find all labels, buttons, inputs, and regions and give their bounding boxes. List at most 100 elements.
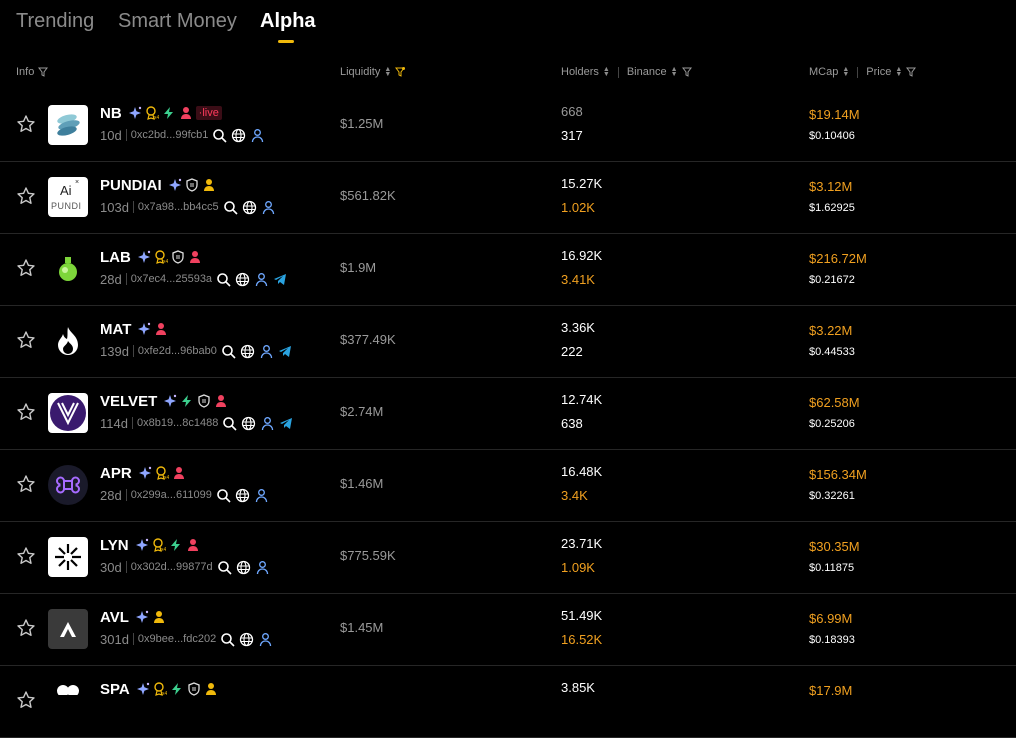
holders-value: 12.74K (561, 392, 603, 407)
person-icon[interactable] (250, 128, 265, 143)
contract-address[interactable]: 0x7a98...bb4cc5 (138, 201, 219, 213)
holders-value: 23.71K (561, 536, 603, 551)
token-row[interactable]: SPA x4 3.85K $17.9M (0, 666, 1016, 738)
telegram-icon[interactable] (278, 344, 293, 359)
globe-icon[interactable] (235, 488, 250, 503)
telegram-icon[interactable] (273, 272, 288, 287)
tab-trending[interactable]: Trending (16, 10, 94, 33)
favorite-star-icon[interactable] (16, 402, 36, 422)
header-holders[interactable]: Holders ▲ ▼ Binance ▲ ▼ (561, 66, 692, 78)
search-icon[interactable] (217, 560, 232, 575)
person-icon[interactable] (258, 632, 273, 647)
search-icon[interactable] (216, 488, 231, 503)
globe-icon[interactable] (240, 344, 255, 359)
divider (131, 417, 133, 429)
token-name[interactable]: LAB (100, 249, 131, 266)
sort-icon[interactable]: ▲ ▼ (895, 66, 902, 78)
person-icon[interactable] (254, 488, 269, 503)
globe-icon[interactable] (231, 128, 246, 143)
binance-holders-value: 1.02K (561, 200, 595, 215)
filter-icon[interactable] (906, 67, 917, 77)
dev-icon (154, 322, 168, 336)
token-row[interactable]: VELVET 114d 0x8b19...8c1488 $2.74M 12.74K 638… (0, 378, 1016, 450)
contract-address[interactable]: 0x299a...611099 (131, 489, 212, 501)
tab-alpha[interactable]: Alpha (260, 10, 316, 33)
token-name[interactable]: VELVET (100, 393, 157, 410)
token-row[interactable]: AVL 301d 0x9bee...fdc202 $1.45M 51.49K 16.52K… (0, 594, 1016, 666)
token-meta-line: 139d 0xfe2d...96bab0 (100, 343, 297, 359)
token-name[interactable]: SPA (100, 681, 130, 698)
token-row[interactable]: APR x4 28d 0x299a...611099 $1.46M 16.48K 3.4K $… (0, 450, 1016, 522)
search-icon[interactable] (222, 416, 237, 431)
mcap-value: $17.9M (809, 683, 853, 698)
search-icon[interactable] (223, 200, 238, 215)
liquidity-value: $1.25M (340, 116, 384, 131)
liquidity-value: $1.9M (340, 260, 377, 275)
person-icon[interactable] (255, 560, 270, 575)
contract-address[interactable]: 0x8b19...8c1488 (137, 417, 218, 429)
price-value: $0.18393 (809, 634, 855, 646)
svg-text:x4: x4 (163, 259, 168, 264)
active-tab-indicator (278, 40, 294, 43)
token-name[interactable]: LYN (100, 537, 129, 554)
filter-active-icon[interactable] (395, 67, 406, 77)
filter-icon[interactable] (38, 67, 49, 77)
token-age: 10d (100, 127, 122, 143)
sort-icon[interactable]: ▲ ▼ (384, 66, 391, 78)
favorite-star-icon[interactable] (16, 690, 36, 710)
person-icon[interactable] (261, 200, 276, 215)
person-icon[interactable] (260, 416, 275, 431)
globe-icon[interactable] (239, 632, 254, 647)
token-row[interactable]: LYN x4 30d 0x302d...99877d $775.59K 23.71K 1.0… (0, 522, 1016, 594)
globe-icon[interactable] (236, 560, 251, 575)
dev-icon (179, 106, 193, 120)
search-icon[interactable] (221, 344, 236, 359)
token-name-line: APR x4 (100, 464, 186, 482)
sort-icon[interactable]: ▲ ▼ (671, 66, 678, 78)
token-row[interactable]: NB x4 ·live 10d 0xc2bd...99fcb1 $1.25M 668 317 $… (0, 90, 1016, 162)
globe-icon[interactable] (241, 416, 256, 431)
contract-address[interactable]: 0x7ec4...25593a (131, 273, 212, 285)
velvet-logo (48, 393, 88, 433)
token-row[interactable]: LAB x4 28d 0x7ec4...25593a $1.9M 16.92K 3.41K $… (0, 234, 1016, 306)
favorite-star-icon[interactable] (16, 546, 36, 566)
globe-icon[interactable] (235, 272, 250, 287)
mcap-value: $19.14M (809, 107, 860, 122)
token-row[interactable]: Ai × PUNDI PUNDIAI 103d 0x7a98...bb4cc5 $561.8… (0, 162, 1016, 234)
sparkle-icon (137, 322, 151, 336)
favorite-star-icon[interactable] (16, 474, 36, 494)
contract-address[interactable]: 0xfe2d...96bab0 (138, 345, 217, 357)
favorite-star-icon[interactable] (16, 330, 36, 350)
sort-icon[interactable]: ▲ ▼ (603, 66, 610, 78)
token-name[interactable]: APR (100, 465, 132, 482)
token-row[interactable]: MAT 139d 0xfe2d...96bab0 $377.49K 3.36K 222 $3… (0, 306, 1016, 378)
favorite-star-icon[interactable] (16, 258, 36, 278)
contract-address[interactable]: 0x9bee...fdc202 (138, 633, 216, 645)
header-liquidity[interactable]: Liquidity ▲ ▼ (340, 66, 406, 78)
token-name[interactable]: PUNDIAI (100, 177, 162, 194)
price-value: $1.62925 (809, 202, 855, 214)
bolt-icon (169, 538, 183, 552)
contract-address[interactable]: 0xc2bd...99fcb1 (131, 129, 209, 141)
filter-icon[interactable] (681, 67, 692, 77)
favorite-star-icon[interactable] (16, 618, 36, 638)
globe-icon[interactable] (242, 200, 257, 215)
favorite-star-icon[interactable] (16, 114, 36, 134)
token-name[interactable]: AVL (100, 609, 129, 626)
search-icon[interactable] (212, 128, 227, 143)
header-info[interactable]: Info (16, 66, 49, 78)
header-mcap[interactable]: MCap ▲ ▼ Price ▲ ▼ (809, 66, 917, 78)
sort-icon[interactable]: ▲ ▼ (842, 66, 849, 78)
divider (132, 201, 134, 213)
search-icon[interactable] (216, 272, 231, 287)
tab-smart-money[interactable]: Smart Money (118, 10, 237, 33)
mcap-value: $62.58M (809, 395, 860, 410)
person-icon[interactable] (259, 344, 274, 359)
telegram-icon[interactable] (279, 416, 294, 431)
favorite-star-icon[interactable] (16, 186, 36, 206)
contract-address[interactable]: 0x302d...99877d (131, 561, 213, 573)
token-name[interactable]: NB (100, 105, 122, 122)
token-name[interactable]: MAT (100, 321, 131, 338)
person-icon[interactable] (254, 272, 269, 287)
search-icon[interactable] (220, 632, 235, 647)
